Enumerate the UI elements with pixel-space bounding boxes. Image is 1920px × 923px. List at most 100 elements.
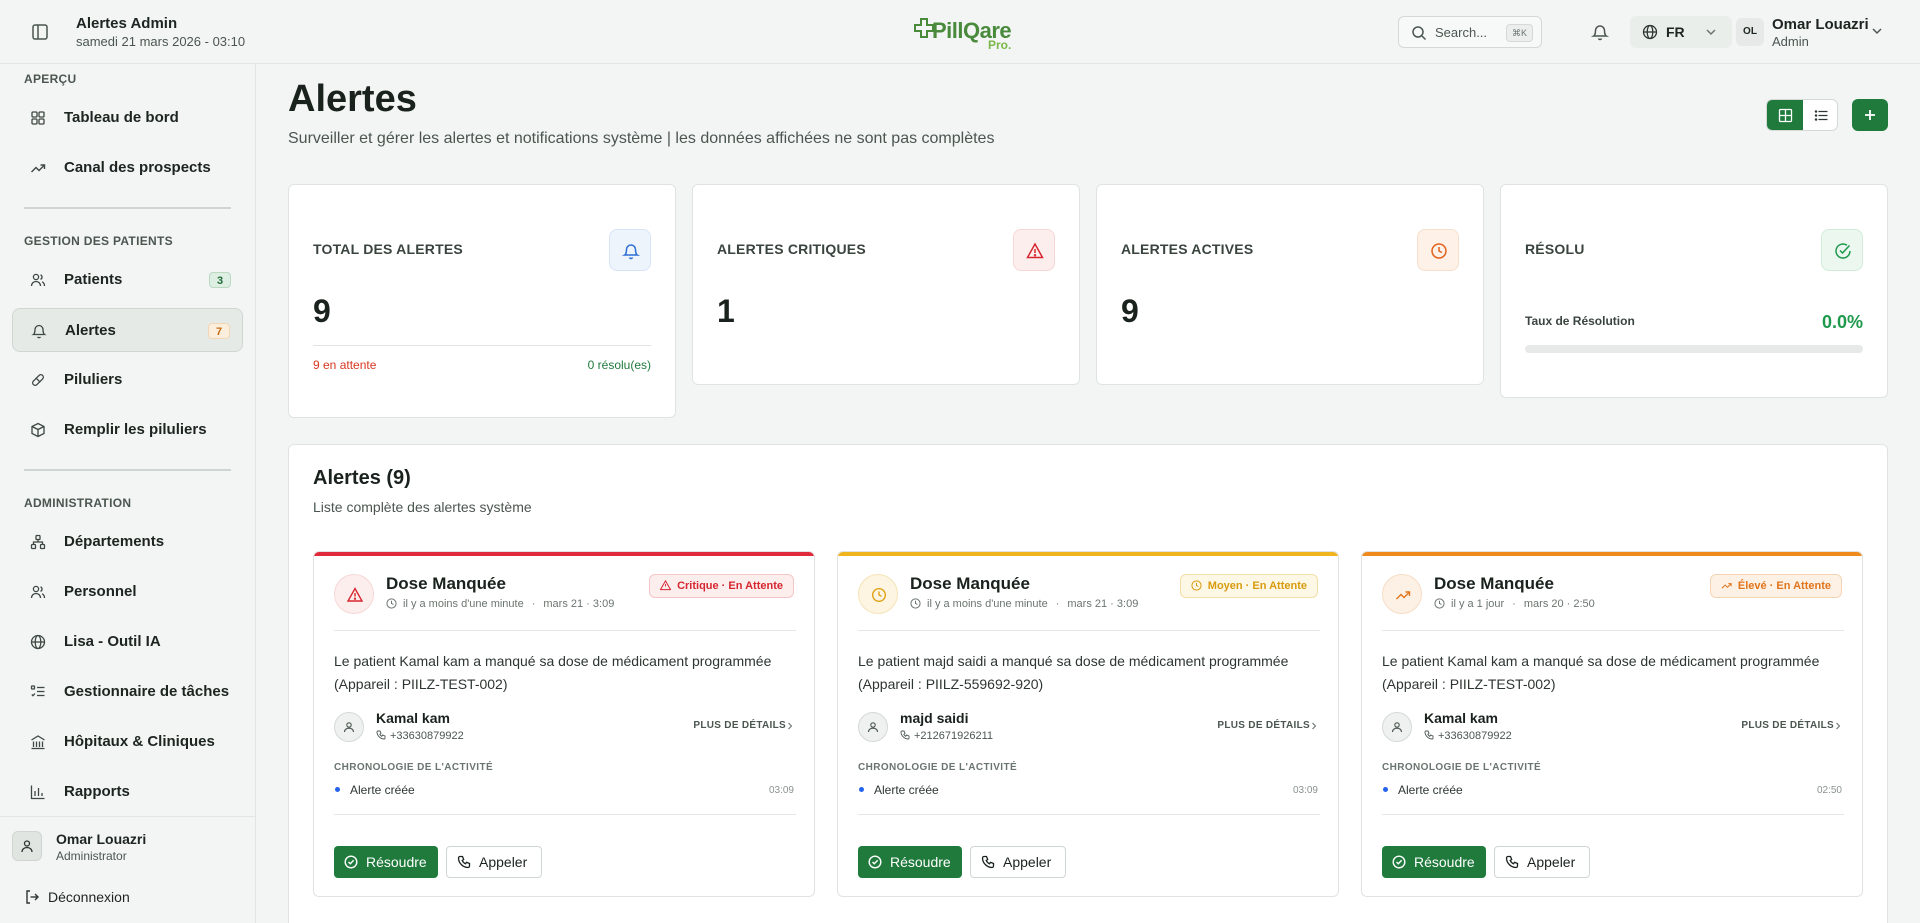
phone-icon bbox=[900, 730, 910, 740]
stat-label: RÉSOLU bbox=[1525, 241, 1585, 257]
patient-name[interactable]: Kamal kam bbox=[376, 710, 450, 726]
sidebar-item-personnel[interactable]: Personnel bbox=[12, 570, 243, 614]
sidebar-item-dashboard[interactable]: Tableau de bord bbox=[12, 96, 243, 140]
timeline-label: CHRONOLOGIE DE L'ACTIVITÉ bbox=[858, 762, 1018, 773]
clock-icon bbox=[910, 598, 921, 609]
sidebar-item-alertes[interactable]: Alertes 7 bbox=[12, 308, 243, 352]
sidebar: APERÇU Tableau de bord Canal des prospec… bbox=[0, 64, 256, 923]
resolve-button[interactable]: Résoudre bbox=[1382, 846, 1486, 878]
call-label: Appeler bbox=[1003, 854, 1052, 870]
status-label: En Attente bbox=[1252, 580, 1307, 592]
sidebar-item-label: Canal des prospects bbox=[64, 159, 211, 176]
timeline-time: 03:09 bbox=[1292, 785, 1318, 796]
sidebar-section-label: APERÇU bbox=[24, 72, 77, 86]
stat-value: 1 bbox=[717, 293, 735, 329]
sidebar-divider bbox=[24, 469, 231, 471]
logout-link[interactable]: Déconnexion bbox=[48, 889, 130, 905]
sidebar-user-avatar[interactable] bbox=[12, 831, 42, 861]
trending-up-icon bbox=[1721, 583, 1732, 589]
sidebar-item-prospects[interactable]: Canal des prospects bbox=[12, 146, 243, 190]
sidebar-item-label: Remplir les piluliers bbox=[64, 421, 207, 438]
severity-bar bbox=[1362, 552, 1862, 556]
timeline-event: Alerte créée bbox=[874, 783, 939, 797]
search-icon bbox=[1412, 26, 1427, 41]
list-icon bbox=[1814, 110, 1828, 121]
alerts-panel-title: Alertes (9) bbox=[313, 467, 411, 489]
clock-icon bbox=[871, 587, 887, 603]
timeline-label: CHRONOLOGIE DE L'ACTIVITÉ bbox=[1382, 762, 1542, 773]
more-details-link[interactable]: PLUS DE DÉTAILS bbox=[1741, 720, 1834, 731]
severity-label: Critique bbox=[677, 580, 719, 592]
alert-date: mars 21 · 3:09 bbox=[543, 598, 615, 610]
sidebar-item-taches[interactable]: Gestionnaire de tâches bbox=[12, 670, 243, 714]
language-selector[interactable]: FR bbox=[1630, 16, 1732, 48]
severity-bar bbox=[314, 552, 814, 556]
logout-icon[interactable] bbox=[24, 889, 40, 905]
sidebar-item-remplir-piluliers[interactable]: Remplir les piluliers bbox=[12, 408, 243, 452]
alert-relative-time: il y a moins d'une minute bbox=[927, 598, 1048, 610]
sidebar-section-label: GESTION DES PATIENTS bbox=[24, 234, 173, 248]
clock-icon bbox=[1431, 243, 1447, 259]
sidebar-user-role: Administrator bbox=[56, 849, 127, 863]
user-menu[interactable]: OL Omar Louazri Admin bbox=[1736, 14, 1886, 50]
notifications-bell-icon[interactable] bbox=[1591, 23, 1609, 41]
search-placeholder: Search... bbox=[1435, 25, 1488, 40]
sidebar-item-lisa[interactable]: Lisa - Outil IA bbox=[12, 620, 243, 664]
severity-label: Élevé bbox=[1737, 580, 1767, 592]
clock-icon bbox=[1191, 580, 1202, 591]
timeline-dot bbox=[335, 787, 340, 792]
sidebar-item-label: Patients bbox=[64, 271, 123, 288]
dashboard-icon bbox=[31, 111, 45, 125]
patient-name[interactable]: majd saidi bbox=[900, 710, 968, 726]
stat-icon-box bbox=[1013, 229, 1055, 271]
check-circle-icon bbox=[344, 855, 358, 869]
call-button[interactable]: Appeler bbox=[446, 846, 542, 878]
patient-name[interactable]: Kamal kam bbox=[1424, 710, 1498, 726]
sidebar-item-label: Lisa - Outil IA bbox=[64, 633, 161, 650]
sidebar-item-departements[interactable]: Départements bbox=[12, 520, 243, 564]
patient-phone-number: +33630879922 bbox=[390, 730, 464, 742]
logo-cross-icon bbox=[914, 18, 934, 38]
more-details-link[interactable]: PLUS DE DÉTAILS bbox=[693, 720, 786, 731]
call-button[interactable]: Appeler bbox=[970, 846, 1066, 878]
app-logo[interactable]: PillQare Pro. bbox=[912, 14, 1016, 54]
trending-up-icon bbox=[31, 164, 46, 173]
phone-icon bbox=[457, 855, 471, 869]
trending-up-icon bbox=[1396, 591, 1411, 600]
severity-status-badge: Moyen · En Attente bbox=[1179, 574, 1318, 598]
alert-meta: il y a moins d'une minute · mars 21 · 3:09 bbox=[386, 598, 614, 612]
timeline-time: 02:50 bbox=[1816, 785, 1842, 796]
more-details-link[interactable]: PLUS DE DÉTAILS bbox=[1217, 720, 1310, 731]
resolve-button[interactable]: Résoudre bbox=[858, 846, 962, 878]
alert-card: Dose Manquée il y a 1 jour · mars 20 · 2:5… bbox=[1361, 551, 1863, 897]
sidebar-item-hopitaux[interactable]: Hôpitaux & Cliniques bbox=[12, 720, 243, 764]
stat-card-resolved: RÉSOLU Taux de Résolution 0.0% bbox=[1500, 184, 1888, 398]
package-icon bbox=[31, 422, 45, 438]
timeline-label: CHRONOLOGIE DE L'ACTIVITÉ bbox=[334, 762, 494, 773]
status-label: En Attente bbox=[1776, 580, 1831, 592]
phone-icon bbox=[376, 730, 386, 740]
warning-triangle-icon bbox=[347, 587, 363, 602]
sidebar-toggle-icon[interactable] bbox=[30, 22, 50, 42]
sidebar-item-piluliers[interactable]: Piluliers bbox=[12, 358, 243, 402]
warning-triangle-icon bbox=[660, 580, 672, 591]
list-view-button[interactable] bbox=[1803, 100, 1837, 130]
sidebar-item-rapports[interactable]: Rapports bbox=[12, 770, 243, 814]
patient-avatar bbox=[334, 712, 364, 742]
call-label: Appeler bbox=[479, 854, 528, 870]
search-box[interactable]: Search... ⌘K bbox=[1398, 16, 1542, 48]
call-button[interactable]: Appeler bbox=[1494, 846, 1590, 878]
grid-view-button[interactable] bbox=[1767, 100, 1803, 130]
alert-card: Dose Manquée il y a moins d'une minute · m… bbox=[837, 551, 1339, 897]
globe-icon bbox=[1642, 24, 1658, 40]
resolution-rate-label: Taux de Résolution bbox=[1525, 314, 1635, 328]
add-alert-button[interactable] bbox=[1852, 99, 1888, 131]
sidebar-item-patients[interactable]: Patients 3 bbox=[12, 258, 243, 302]
stat-divider bbox=[313, 345, 651, 346]
stat-value: 9 bbox=[1121, 293, 1139, 329]
resolve-button[interactable]: Résoudre bbox=[334, 846, 438, 878]
resolve-label: Résoudre bbox=[366, 854, 427, 870]
patient-phone: +33630879922 bbox=[376, 730, 464, 742]
phone-icon bbox=[1505, 855, 1519, 869]
page-title: Alertes bbox=[288, 78, 417, 120]
